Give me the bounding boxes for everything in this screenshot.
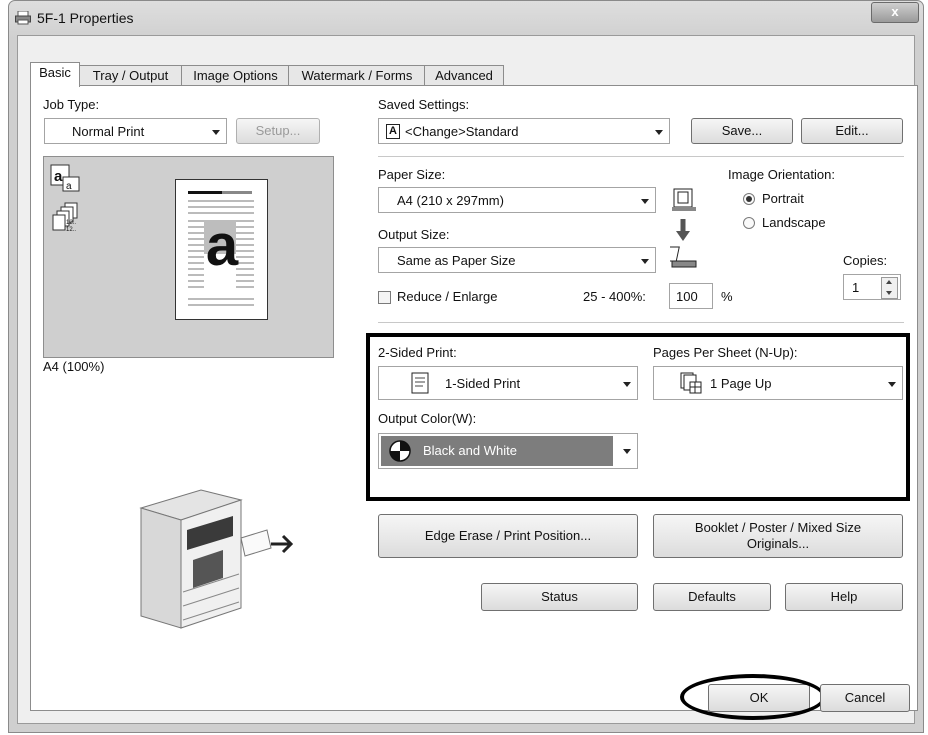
- percent-unit: %: [721, 289, 733, 304]
- close-button[interactable]: x: [871, 2, 919, 23]
- reduce-enlarge-checkbox[interactable]: [378, 291, 391, 304]
- divider: [378, 156, 904, 157]
- output-size-value: Same as Paper Size: [397, 253, 516, 268]
- chevron-down-icon: [655, 130, 663, 135]
- title-bar: 5F-1 Properties x: [9, 1, 923, 35]
- paper-size-label: Paper Size:: [378, 167, 446, 182]
- chevron-down-icon: [888, 382, 896, 387]
- pages-per-sheet-value: 1 Page Up: [710, 376, 772, 391]
- output-color-label: Output Color(W):: [378, 411, 477, 426]
- edge-erase-button[interactable]: Edge Erase / Print Position...: [378, 514, 638, 558]
- svg-text:12..: 12..: [66, 220, 76, 226]
- basic-tab-panel: Job Type: Normal Print Setup... a a 12..: [30, 85, 918, 711]
- dialog-body: Basic Tray / Output Image Options Waterm…: [17, 35, 918, 724]
- chevron-down-icon: [641, 259, 649, 264]
- settings-a-icon: A: [386, 124, 400, 139]
- copies-input[interactable]: 1: [843, 274, 901, 300]
- portrait-radio[interactable]: [743, 193, 755, 205]
- tab-advanced[interactable]: Advanced: [424, 65, 504, 86]
- reduce-enlarge-input[interactable]: 100: [669, 283, 713, 309]
- status-button[interactable]: Status: [481, 583, 638, 611]
- svg-text:a: a: [66, 181, 72, 192]
- help-button[interactable]: Help: [785, 583, 903, 611]
- image-orientation-label: Image Orientation:: [728, 167, 835, 182]
- two-sided-label: 2-Sided Print:: [378, 345, 457, 360]
- save-button[interactable]: Save...: [691, 118, 793, 144]
- output-size-select[interactable]: Same as Paper Size: [378, 247, 656, 273]
- two-sided-select[interactable]: 1-Sided Print: [378, 366, 638, 400]
- tab-watermark-forms[interactable]: Watermark / Forms: [288, 65, 426, 86]
- landscape-label: Landscape: [762, 215, 826, 230]
- saved-settings-value: <Change>Standard: [405, 124, 519, 139]
- svg-text:a: a: [54, 168, 63, 185]
- saved-settings-select[interactable]: A <Change>Standard: [378, 118, 670, 144]
- copies-value: 1: [852, 280, 860, 295]
- paper-size-select[interactable]: A4 (210 x 297mm): [378, 187, 656, 213]
- job-type-label: Job Type:: [43, 97, 100, 112]
- tab-basic[interactable]: Basic: [30, 62, 80, 87]
- copies-label: Copies:: [843, 253, 888, 268]
- layout-icon: a a 12.. 12..: [50, 164, 80, 233]
- highlight-oval: [680, 674, 826, 720]
- two-sided-value: 1-Sided Print: [445, 376, 521, 391]
- output-color-select[interactable]: Black and White: [378, 433, 638, 469]
- printer-icon: [15, 11, 31, 25]
- job-type-select[interactable]: Normal Print: [44, 118, 227, 144]
- pages-up-icon: [680, 372, 702, 394]
- edit-button[interactable]: Edit...: [801, 118, 903, 144]
- tab-image-options[interactable]: Image Options: [181, 65, 290, 86]
- black-white-icon: [389, 440, 411, 462]
- single-page-icon: [411, 372, 429, 394]
- reduce-enlarge-range-label: 25 - 400%:: [583, 289, 646, 304]
- preview-letter: a: [205, 213, 239, 278]
- chevron-down-icon: [641, 199, 649, 204]
- saved-settings-label: Saved Settings:: [378, 97, 470, 112]
- chevron-down-icon: [623, 449, 631, 454]
- pages-per-sheet-label: Pages Per Sheet (N-Up):: [653, 345, 798, 360]
- page-preview: a: [175, 179, 268, 320]
- preview-area: a a 12.. 12.. a: [43, 156, 334, 358]
- reduce-enlarge-label: Reduce / Enlarge: [397, 289, 498, 304]
- pages-per-sheet-select[interactable]: 1 Page Up: [653, 366, 903, 400]
- reduce-enlarge-value: 100: [676, 289, 698, 304]
- spin-down-icon: [886, 291, 892, 295]
- divider: [378, 322, 904, 323]
- booklet-button[interactable]: Booklet / Poster / Mixed Size Originals.…: [653, 514, 903, 558]
- spin-up-icon: [886, 280, 892, 284]
- cancel-button[interactable]: Cancel: [820, 684, 910, 712]
- tab-tray-output[interactable]: Tray / Output: [78, 65, 183, 86]
- copies-spinner[interactable]: [881, 277, 898, 299]
- landscape-radio[interactable]: [743, 217, 755, 229]
- chevron-down-icon: [623, 382, 631, 387]
- properties-dialog: 5F-1 Properties x Basic Tray / Output Im…: [8, 0, 924, 733]
- defaults-button[interactable]: Defaults: [653, 583, 771, 611]
- setup-button[interactable]: Setup...: [236, 118, 320, 144]
- output-color-value: Black and White: [423, 443, 517, 458]
- chevron-down-icon: [212, 130, 220, 135]
- preview-caption: A4 (100%): [43, 359, 105, 374]
- svg-text:12..: 12..: [66, 227, 76, 233]
- output-size-label: Output Size:: [378, 227, 450, 242]
- portrait-label: Portrait: [762, 191, 804, 206]
- output-color-selection: Black and White: [381, 436, 613, 466]
- paper-size-value: A4 (210 x 297mm): [397, 193, 504, 208]
- paper-to-output-icon: [670, 188, 697, 268]
- printer-illustration-icon: [139, 489, 294, 629]
- window-title: 5F-1 Properties: [37, 10, 134, 26]
- job-type-value: Normal Print: [72, 124, 145, 139]
